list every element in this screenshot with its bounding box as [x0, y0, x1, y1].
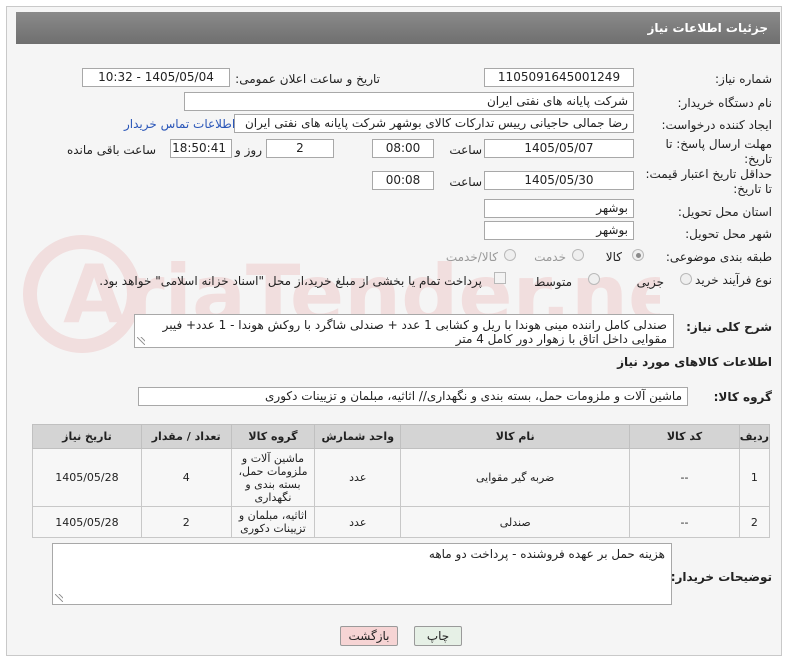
city-label: شهر محل تحویل: [685, 227, 772, 241]
col-unit: واحد شمارش [314, 424, 402, 449]
cell-unit: عدد [314, 506, 402, 538]
remaining-label: ساعت باقی مانده [66, 143, 156, 157]
buyer-notes-field[interactable]: هزینه حمل بر عهده فروشنده - پرداخت دو ما… [52, 543, 672, 605]
cell-item-code: -- [629, 506, 740, 538]
buyer-org-field[interactable]: شرکت پایانه های نفتی ایران [184, 92, 634, 111]
cell-item-name: ضربه گیر مقوایی [400, 448, 631, 507]
goods-group-field[interactable]: ماشین آلات و ملزومات حمل، بسته بندی و نگ… [138, 387, 688, 406]
buyer-notes-label: توضیحات خریدار: [670, 570, 772, 584]
goods-info-heading: اطلاعات کالاهای مورد نیاز [617, 355, 772, 369]
cell-need-date: 1405/05/28 [32, 506, 142, 538]
cell-item-code: -- [629, 448, 740, 507]
col-row-number: ردیف [738, 424, 771, 449]
table-row[interactable]: 2 -- صندلی عدد اثاثیه، مبلمان و تزیینات … [32, 506, 771, 538]
table-header-row: ردیف کد کالا نام کالا واحد شمارش گروه کا… [32, 424, 771, 449]
need-number-label: شماره نیاز: [715, 72, 772, 86]
deadline-time-field[interactable]: 08:00 [372, 139, 434, 158]
cell-need-date: 1405/05/28 [32, 448, 142, 507]
contact-buyer-link[interactable]: اطلاعات تماس خریدار [124, 117, 235, 131]
cell-item-group: اثاثیه، مبلمان و تزیینات دکوری [230, 506, 316, 538]
deadline-date-field[interactable]: 1405/05/07 [484, 139, 634, 158]
need-number-field[interactable]: 1105091645001249 [484, 68, 634, 87]
items-table: ردیف کد کالا نام کالا واحد شمارش گروه کا… [32, 424, 771, 538]
col-quantity: تعداد / مقدار [140, 424, 232, 449]
validity-time-field[interactable]: 00:08 [372, 171, 434, 190]
table-row[interactable]: 1 -- ضربه گیر مقوایی عدد ماشین آلات و مل… [32, 448, 771, 507]
process-medium-radio[interactable] [588, 273, 600, 285]
buyer-notes-text: هزینه حمل بر عهده فروشنده - پرداخت دو ما… [428, 547, 665, 561]
category-label: طبقه بندی موضوعی: [665, 250, 772, 264]
col-need-date: تاریخ نیاز [32, 424, 142, 449]
deadline-label: مهلت ارسال پاسخ: تا تاریخ: [665, 137, 772, 166]
city-field[interactable]: بوشهر [484, 221, 634, 240]
process-minor-radio[interactable] [680, 273, 692, 285]
cell-quantity: 2 [140, 506, 232, 538]
treasury-note: پرداخت تمام یا بخشی از مبلغ خرید،از محل … [99, 274, 482, 288]
creator-field[interactable]: رضا جمالی حاجیانی رییس تدارکات کالای بوش… [234, 114, 634, 133]
col-item-name: نام کالا [400, 424, 631, 449]
process-minor-label: جزیی [636, 275, 664, 289]
goods-group-label: گروه کالا: [713, 390, 772, 404]
category-goods-service-label: کالا/خدمت [445, 250, 498, 264]
deadline-time-label: ساعت [449, 143, 482, 157]
resize-grip-icon[interactable] [137, 337, 145, 345]
description-text: صندلی کامل راننده مینی هوندا با ریل و کش… [162, 318, 667, 346]
category-service-radio[interactable] [572, 249, 584, 261]
buyer-org-label: نام دستگاه خریدار: [677, 96, 773, 110]
page-title: جزئیات اطلاعات نیاز [16, 12, 780, 44]
category-goods-service-radio[interactable] [504, 249, 516, 261]
description-field[interactable]: صندلی کامل راننده مینی هوندا با ریل و کش… [134, 314, 674, 348]
province-field[interactable]: بوشهر [484, 199, 634, 218]
print-button[interactable]: چاپ [414, 626, 462, 646]
process-medium-label: متوسط [534, 275, 572, 289]
cell-item-group: ماشین آلات و ملزومات حمل، بسته بندی و نگ… [230, 448, 316, 507]
remaining-time-field[interactable]: 18:50:41 [170, 139, 232, 158]
announce-field[interactable]: 1405/05/04 - 10:32 [82, 68, 230, 87]
col-item-code: کد کالا [629, 424, 740, 449]
validity-date-field[interactable]: 1405/05/30 [484, 171, 634, 190]
treasury-checkbox[interactable] [494, 272, 506, 284]
days-label: روز و [235, 143, 262, 157]
cell-quantity: 4 [140, 448, 232, 507]
announce-label: تاریخ و ساعت اعلان عمومی: [235, 72, 380, 86]
process-label: نوع فرآیند خرید : [687, 273, 772, 287]
category-goods-radio[interactable] [632, 249, 644, 261]
cell-unit: عدد [314, 448, 402, 507]
back-button[interactable]: بازگشت [340, 626, 398, 646]
resize-grip-icon[interactable] [55, 594, 63, 602]
province-label: استان محل تحویل: [677, 205, 772, 219]
creator-label: ایجاد کننده درخواست: [661, 118, 772, 132]
col-item-group: گروه کالا [230, 424, 316, 449]
category-service-label: خدمت [534, 250, 566, 264]
validity-label: حداقل تاریخ اعتبار قیمت: تا تاریخ: [645, 167, 772, 196]
cell-row-number: 1 [738, 448, 771, 507]
validity-time-label: ساعت [449, 175, 482, 189]
cell-item-name: صندلی [400, 506, 631, 538]
days-field[interactable]: 2 [266, 139, 334, 158]
description-label: شرح کلی نیاز: [686, 320, 772, 334]
cell-row-number: 2 [738, 506, 771, 538]
category-goods-label: کالا [605, 250, 622, 264]
